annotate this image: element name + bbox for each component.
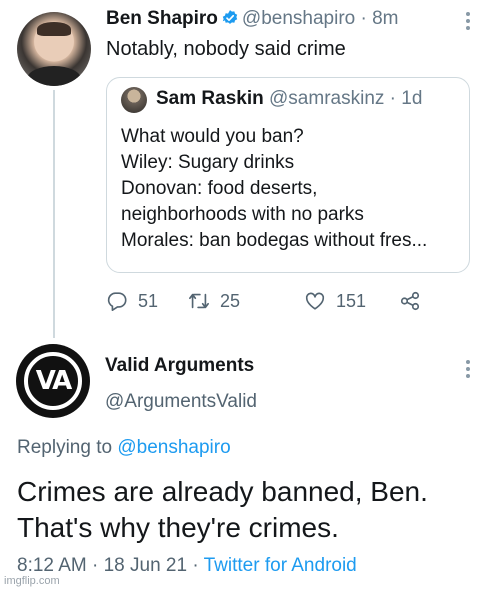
like-icon [305,292,325,310]
more-icon[interactable] [465,12,471,33]
tweet-header: Ben Shapiro @benshapiro · 8m [106,8,399,30]
tweet-time[interactable]: 8m [372,8,398,29]
quote-line: Morales: ban bodegas without fres... [121,230,428,251]
retweet-icon [189,293,209,309]
quote-text: What would you ban? Wiley: Sugary drinks… [121,124,427,254]
quote-line: Donovan: food deserts, [121,178,318,199]
reply-line: That's why they're crimes. [17,512,339,543]
separator-dot: · [360,8,367,29]
tweet-source[interactable]: Twitter for Android [204,555,357,576]
ben-shapiro-avatar[interactable] [17,12,91,86]
like-button[interactable]: 151 [304,287,366,315]
more-icon[interactable] [465,360,471,381]
verified-badge-icon [222,10,238,24]
avatar-shirt [27,66,81,86]
tweet-text: Notably, nobody said crime [106,38,346,60]
sam-raskin-avatar [121,87,147,113]
reply-author-name[interactable]: Valid Arguments [105,355,254,377]
quote-time: 1d [401,88,423,109]
separator-dot: · [92,555,99,576]
quote-line: Wiley: Sugary drinks [121,152,295,173]
separator-dot: · [192,555,199,576]
replying-label: Replying to [17,437,113,458]
like-count: 151 [336,290,367,311]
reply-count: 51 [138,290,159,311]
reply-author-handle[interactable]: @ArgumentsValid [105,391,257,413]
share-icon [400,291,420,311]
thread-line [53,90,55,338]
reply-text: Crimes are already banned, Ben. That's w… [17,474,428,546]
reply-time[interactable]: 8:12 AM [17,555,87,576]
va-logo: VA [24,352,82,410]
reply-date[interactable]: 18 Jun 21 [104,555,187,576]
separator-dot: · [389,88,396,109]
replying-to: Replying to @benshapiro [17,437,231,459]
quote-author-name: Sam Raskin [156,88,264,109]
quote-header: Sam Raskin @samraskinz · 1d [156,88,422,110]
quote-line: neighborhoods with no parks [121,204,364,225]
author-name[interactable]: Ben Shapiro [106,8,218,29]
retweet-button[interactable]: 25 [188,287,240,315]
tweet-actions: 51 25 151 [106,287,426,315]
reply-button[interactable]: 51 [106,287,158,315]
share-button[interactable] [399,287,431,315]
retweet-count: 25 [220,290,241,311]
reply-icon [107,292,127,311]
reply-line: Crimes are already banned, Ben. [17,476,428,507]
watermark: imgflip.com [4,575,60,587]
avatar-hair [37,22,71,36]
quoted-tweet[interactable]: Sam Raskin @samraskinz · 1d What would y… [106,77,470,273]
replying-mention[interactable]: @benshapiro [117,437,230,458]
quote-author-handle: @samraskinz [269,88,385,109]
quote-line: What would you ban? [121,126,304,147]
valid-arguments-avatar[interactable]: VA [16,344,90,418]
tweet-meta: 8:12 AM · 18 Jun 21 · Twitter for Androi… [17,555,357,577]
author-handle[interactable]: @benshapiro [242,8,355,29]
